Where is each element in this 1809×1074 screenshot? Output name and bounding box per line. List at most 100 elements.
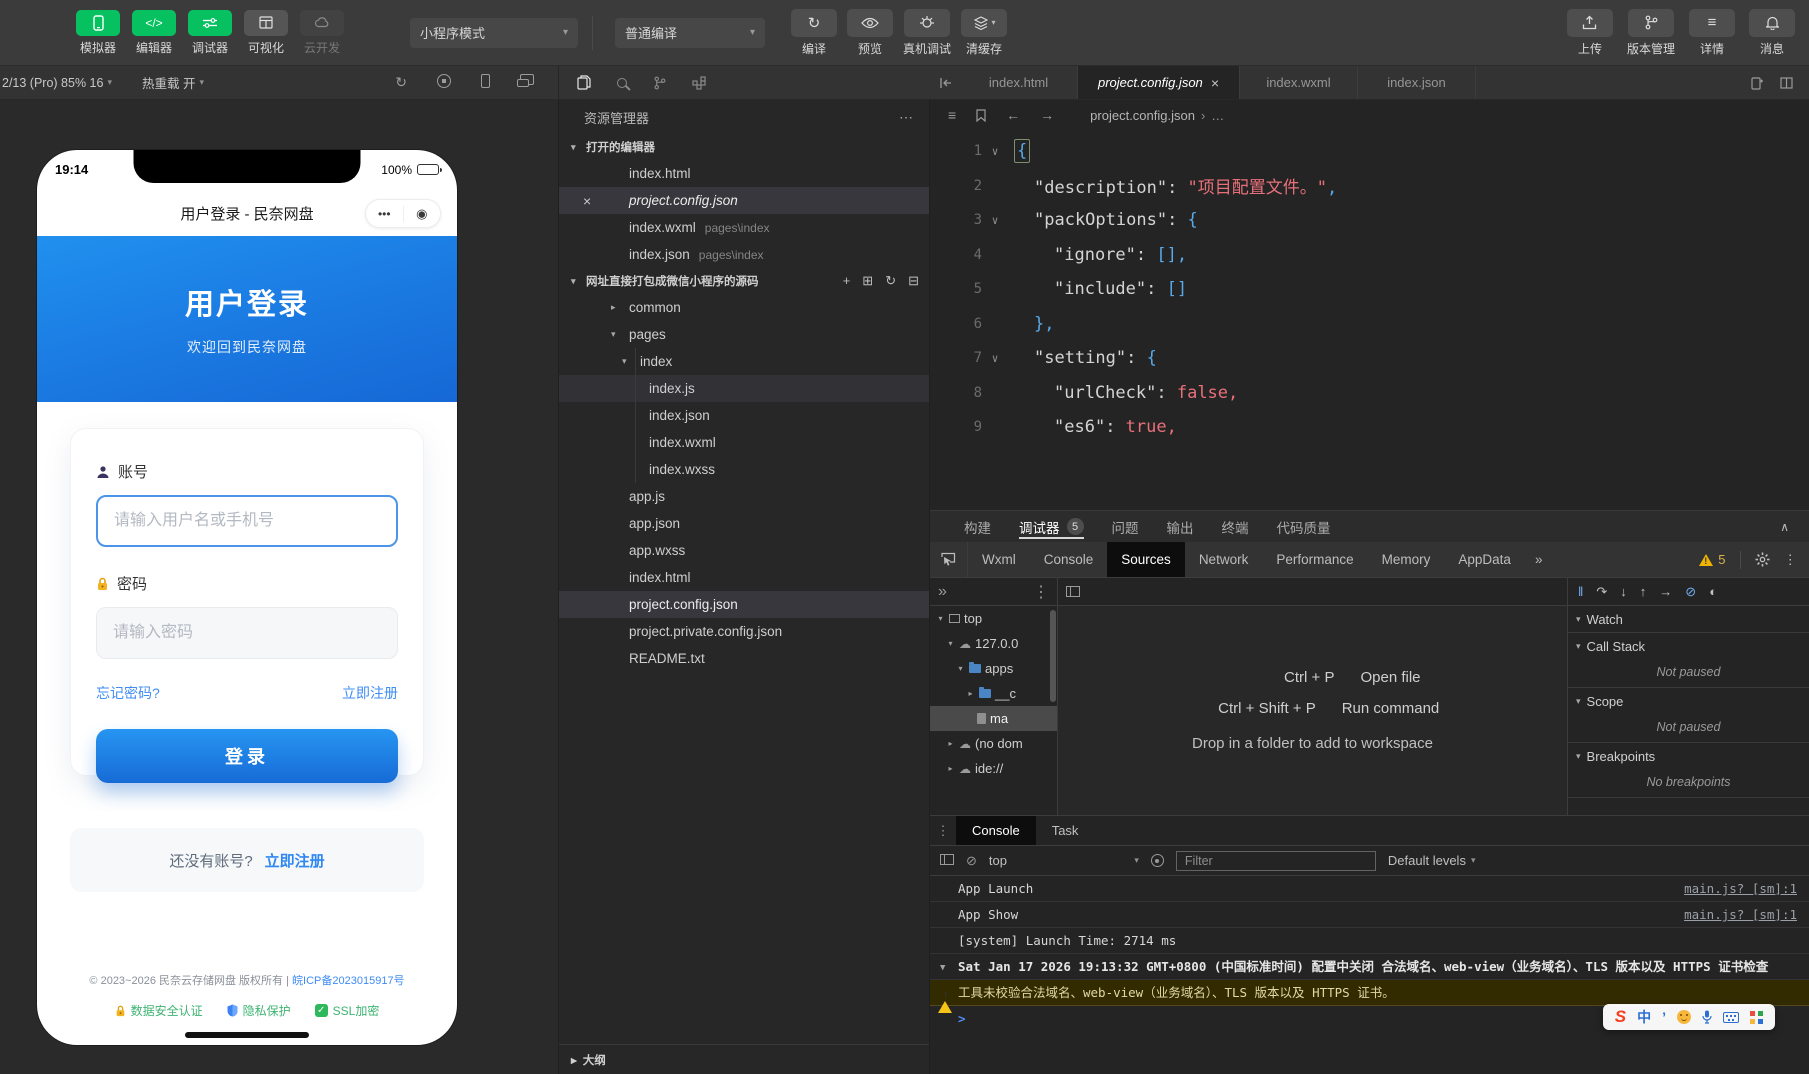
editor-button[interactable]: </> 编辑器	[132, 10, 176, 56]
toggle-sidebar-icon[interactable]	[1066, 586, 1080, 597]
scope-header[interactable]: ▾Scope	[1568, 688, 1809, 714]
project-root-section[interactable]: ▾ 网址直接打包成微信小程序的源码 + ⊞ ↻ ⊟	[559, 268, 929, 294]
devtab-memory[interactable]: Memory	[1368, 542, 1445, 577]
settings-gear-icon[interactable]	[1755, 552, 1770, 567]
task-tab[interactable]: Task	[1036, 816, 1095, 845]
extensions-icon[interactable]	[692, 76, 706, 90]
open-editor-index-json[interactable]: index.json pages\index	[559, 241, 929, 268]
breadcrumb[interactable]: project.config.json	[1090, 108, 1195, 123]
emoji-icon[interactable]	[1677, 1010, 1691, 1024]
collapse-sidebar-icon[interactable]	[930, 66, 960, 99]
multi-window-icon[interactable]	[520, 74, 534, 85]
ime-grid-icon[interactable]	[1750, 1011, 1763, 1024]
log-source-link[interactable]: main.js? [sm]:1	[1664, 880, 1797, 897]
refresh-explorer-icon[interactable]: ↻	[885, 273, 896, 289]
device-select[interactable]: 2/13 (Pro) 85% 16 ▾	[0, 76, 112, 90]
log-levels-select[interactable]: Default levels ▾	[1388, 853, 1476, 868]
simulator-button[interactable]: 模拟器	[76, 10, 120, 56]
code-editor[interactable]: 1∨{ 2"description": "项目配置文件。", 3∨"packOp…	[930, 130, 1809, 510]
hot-reload-toggle[interactable]: 热重载 开 ▾	[142, 73, 204, 92]
chinese-mode-icon[interactable]: 中	[1637, 1009, 1651, 1025]
more-panes-icon[interactable]: »	[938, 583, 947, 601]
tab-terminal[interactable]: 终端	[1222, 511, 1249, 542]
files-panel-icon[interactable]	[577, 75, 591, 90]
log-source-link[interactable]: main.js? [sm]:1	[1664, 906, 1797, 923]
devtab-performance[interactable]: Performance	[1262, 542, 1367, 577]
pause-on-exceptions-icon[interactable]: ◐	[1709, 584, 1717, 599]
kebab-menu-icon[interactable]: ⋮	[1784, 552, 1798, 568]
restart-icon[interactable]: ↻	[395, 74, 407, 91]
debugger-button[interactable]: 调试器	[188, 10, 232, 56]
icp-link[interactable]: 皖ICP备2023015917号	[292, 975, 405, 987]
cloud-dev-button[interactable]: 云开发	[300, 10, 344, 56]
compile-button[interactable]: ↻ 编译	[791, 9, 837, 57]
live-expression-icon[interactable]	[1151, 854, 1164, 867]
sogou-logo-icon[interactable]: S	[1615, 1009, 1626, 1025]
tab-code-quality[interactable]: 代码质量	[1277, 511, 1331, 542]
pause-icon[interactable]: ‖	[1578, 584, 1583, 599]
tree-item-index-json[interactable]: index.json	[559, 402, 929, 429]
devtab-sources[interactable]: Sources	[1107, 542, 1185, 577]
compile-mode-select[interactable]: 普通编译 ▾	[615, 18, 765, 48]
signup-register-link[interactable]: 立即注册	[265, 850, 325, 871]
source-control-icon[interactable]	[653, 76, 666, 90]
bookmark-icon[interactable]	[966, 109, 996, 122]
devtab-wxml[interactable]: Wxml	[968, 542, 1030, 577]
messages-button[interactable]: 消息	[1749, 9, 1795, 57]
tree-item-app-wxss[interactable]: app.wxss	[559, 537, 929, 564]
tree-item-pages[interactable]: ▾ pages	[559, 321, 929, 348]
warning-count[interactable]: 5	[1699, 552, 1725, 567]
devtab-console[interactable]: Console	[1030, 542, 1108, 577]
tree-item-index-wxss[interactable]: index.wxss	[559, 456, 929, 483]
open-editor-index-wxml[interactable]: index.wxml pages\index	[559, 214, 929, 241]
tree-item-readme[interactable]: README.txt	[559, 645, 929, 672]
source-node-no-domain[interactable]: ▸☁(no dom	[930, 731, 1057, 756]
call-stack-header[interactable]: ▾Call Stack	[1568, 633, 1809, 659]
close-icon[interactable]: ×	[583, 193, 591, 209]
tree-item-common[interactable]: ▸ common	[559, 294, 929, 321]
deactivate-breakpoints-icon[interactable]: ⊘	[1685, 584, 1696, 600]
source-node-ide[interactable]: ▸☁ide://	[930, 756, 1057, 781]
watch-header[interactable]: ▾Watch	[1568, 606, 1809, 632]
account-input[interactable]	[96, 495, 398, 547]
split-editor-icon[interactable]	[1780, 77, 1793, 89]
open-editors-section[interactable]: ▾ 打开的编辑器	[559, 134, 929, 160]
open-editor-project-config[interactable]: × project.config.json	[559, 187, 929, 214]
scrollbar[interactable]	[1050, 610, 1056, 702]
collapse-folders-icon[interactable]: ⊟	[908, 273, 919, 289]
details-button[interactable]: ≡ 详情	[1689, 9, 1735, 57]
step-out-icon[interactable]: ↑	[1640, 584, 1647, 599]
mic-icon[interactable]	[1702, 1010, 1712, 1024]
tree-item-index-wxml[interactable]: index.wxml	[559, 429, 929, 456]
show-sidebar-icon[interactable]	[940, 853, 954, 868]
visualize-button[interactable]: 可视化	[244, 10, 288, 56]
inspect-icon[interactable]	[930, 542, 968, 577]
tree-item-project-config[interactable]: project.config.json	[559, 591, 929, 618]
close-icon[interactable]: ×	[1211, 75, 1219, 91]
tab-build[interactable]: 构建	[964, 511, 991, 542]
minimize-target-icon[interactable]: ◉	[404, 206, 441, 222]
register-link[interactable]: 立即注册	[342, 683, 398, 703]
expand-icon[interactable]: ▼	[940, 960, 945, 977]
source-node-main-js[interactable]: ma	[930, 706, 1057, 731]
source-node-127[interactable]: ▾☁127.0.0	[930, 631, 1057, 656]
source-node-top[interactable]: ▾top	[930, 606, 1057, 631]
outline-menu-icon[interactable]: ≡	[938, 107, 966, 123]
tab-project-config-json[interactable]: project.config.json ×	[1078, 66, 1240, 99]
console-tab[interactable]: Console	[956, 816, 1036, 845]
preview-button[interactable]: 预览	[847, 9, 893, 57]
tree-item-index-folder[interactable]: ▾ index	[559, 348, 929, 375]
open-editor-index-html[interactable]: index.html	[559, 160, 929, 187]
console-filter-input[interactable]	[1176, 851, 1376, 871]
source-node-apps[interactable]: ▾apps	[930, 656, 1057, 681]
log-group-row[interactable]: ▼ Sat Jan 17 2026 19:13:32 GMT+0800 (中国标…	[930, 954, 1809, 980]
login-button[interactable]: 登录	[96, 729, 398, 783]
tab-index-wxml[interactable]: index.wxml	[1240, 66, 1358, 99]
breadcrumb-more[interactable]: …	[1211, 108, 1224, 123]
new-folder-icon[interactable]: ⊞	[862, 273, 873, 289]
tab-problems[interactable]: 问题	[1112, 511, 1139, 542]
tab-debugger[interactable]: 调试器5	[1019, 511, 1084, 542]
more-tabs-icon[interactable]: »	[1525, 542, 1553, 577]
outline-section[interactable]: ▸ 大纲	[559, 1044, 929, 1074]
stop-icon[interactable]	[437, 74, 451, 88]
